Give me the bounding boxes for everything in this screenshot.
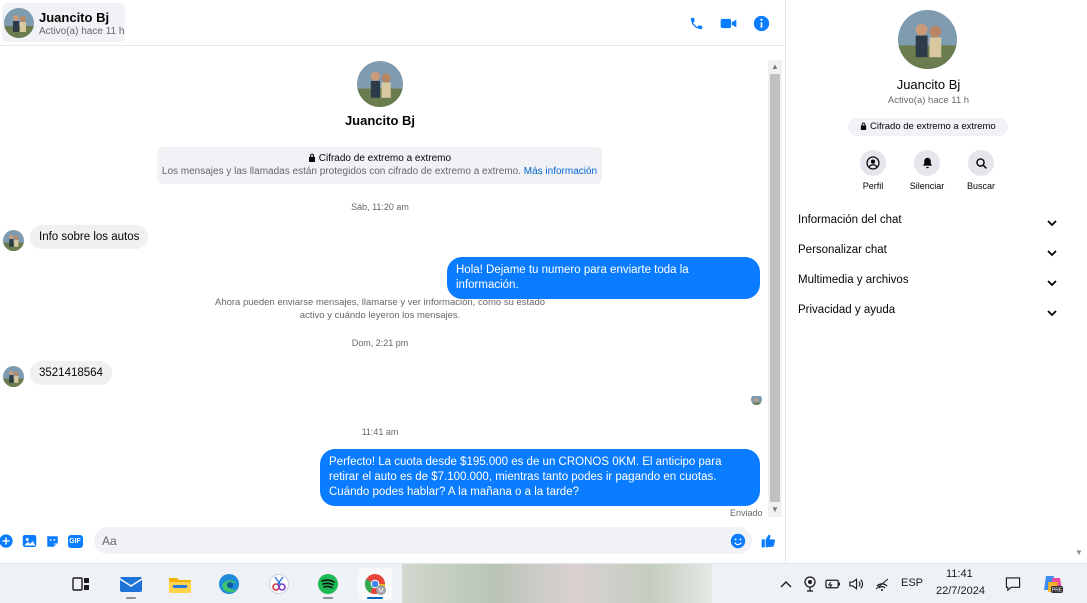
app-running-indicator: [323, 597, 333, 599]
search-icon: [968, 150, 994, 176]
system-note: Ahora pueden enviarse mensajes, llamarse…: [214, 297, 546, 321]
image-icon[interactable]: [21, 533, 37, 549]
search-label: Buscar: [966, 181, 995, 191]
conversation-contact-name: Juancito Bj: [344, 113, 416, 128]
spotify-icon[interactable]: [311, 568, 345, 600]
chevron-down-icon: [1047, 310, 1057, 317]
chat-window: Juancito Bj Activo(a) hace 11 h Juancito…: [0, 0, 786, 563]
bell-icon: [914, 150, 940, 176]
message-input[interactable]: [94, 527, 752, 554]
svg-text:M: M: [378, 587, 383, 594]
notification-icon[interactable]: [1005, 575, 1021, 593]
message-list: Juancito Bj Cifrado de extremo a extremo…: [0, 47, 767, 517]
lock-icon: [861, 122, 867, 130]
section-label: Información del chat: [798, 214, 902, 226]
scroll-up-icon[interactable]: ▲: [768, 61, 782, 73]
scroll-down-icon[interactable]: ▼: [768, 504, 782, 516]
gif-icon[interactable]: GIF: [67, 533, 83, 549]
chat-header: Juancito Bj Activo(a) hace 11 h: [0, 0, 785, 46]
app-running-indicator: [126, 597, 136, 599]
section-label: Multimedia y archivos: [798, 274, 909, 286]
camera-privacy-icon[interactable]: [802, 575, 818, 593]
timestamp: Dom, 2:21 pm: [351, 338, 409, 348]
section-chat-info[interactable]: Información del chat: [798, 214, 1060, 236]
timestamp: 11:41 am: [361, 427, 399, 437]
avatar: [3, 230, 24, 251]
clock-date[interactable]: 22/7/2024: [936, 585, 985, 597]
info-contact-status: Activo(a) hace 11 h: [887, 95, 970, 106]
sent-status: Enviado: [730, 508, 763, 518]
battery-icon[interactable]: [825, 575, 841, 593]
contact-status: Activo(a) hace 11 h: [39, 26, 125, 37]
chrome-icon[interactable]: M: [358, 568, 392, 600]
emoji-icon[interactable]: [730, 533, 746, 549]
snipping-tool-icon[interactable]: [262, 568, 296, 600]
encryption-badge-label: Cifrado de extremo a extremo: [869, 121, 996, 132]
like-icon[interactable]: [760, 533, 776, 549]
section-label: Privacidad y ayuda: [798, 304, 896, 316]
chevron-down-icon: [1047, 220, 1057, 227]
message-composer: GIF: [0, 524, 785, 560]
plus-icon[interactable]: [0, 533, 14, 549]
chevron-up-icon[interactable]: [778, 575, 794, 593]
info-icon[interactable]: [751, 13, 771, 33]
mute-button[interactable]: Silenciar: [902, 150, 952, 191]
avatar: [3, 366, 24, 387]
task-view-icon[interactable]: [64, 568, 98, 600]
scrollbar-thumb[interactable]: [770, 74, 780, 502]
info-panel: Juancito Bj Activo(a) hace 11 h Cifrado …: [787, 0, 1070, 563]
wallpaper-strip: [402, 564, 712, 603]
message-bubble-incoming[interactable]: Info sobre los autos: [30, 225, 149, 249]
message-bubble-incoming[interactable]: 3521418564: [30, 361, 112, 385]
taskbar: M ESP 11:41 22/7/2024 PRE: [0, 563, 1087, 603]
profile-label: Perfil: [862, 181, 884, 191]
contact-name: Juancito Bj: [39, 10, 110, 25]
scroll-down-icon[interactable]: ▼: [1075, 548, 1083, 557]
message-bubble-outgoing[interactable]: Perfecto! La cuota desde $195.000 es de …: [320, 449, 760, 506]
clock-time[interactable]: 11:41: [946, 568, 973, 580]
section-label: Personalizar chat: [798, 244, 887, 256]
avatar: [4, 8, 34, 38]
more-info-link[interactable]: Más información: [524, 166, 597, 177]
encryption-title: Cifrado de extremo a extremo: [318, 153, 452, 164]
contact-header-button[interactable]: Juancito Bj Activo(a) hace 11 h: [2, 3, 125, 42]
app-active-indicator: [367, 597, 383, 599]
profile-icon: [860, 150, 886, 176]
profile-button[interactable]: Perfil: [848, 150, 898, 191]
phone-icon[interactable]: [686, 13, 706, 33]
encryption-notice: Cifrado de extremo a extremo Los mensaje…: [157, 147, 602, 184]
message-bubble-outgoing[interactable]: Hola! Dejame tu numero para enviarte tod…: [447, 257, 760, 299]
chevron-down-icon: [1047, 250, 1057, 257]
avatar: [357, 61, 403, 107]
mail-icon[interactable]: [114, 568, 148, 600]
avatar[interactable]: [898, 10, 957, 69]
copilot-icon[interactable]: PRE: [1042, 575, 1064, 594]
file-explorer-icon[interactable]: [163, 568, 197, 600]
section-media-files[interactable]: Multimedia y archivos: [798, 274, 1060, 296]
section-privacy-help[interactable]: Privacidad y ayuda: [798, 304, 1060, 326]
encryption-text: Los mensajes y las llamadas están proteg…: [161, 166, 521, 177]
mute-label: Silenciar: [909, 181, 945, 191]
section-customize-chat[interactable]: Personalizar chat: [798, 244, 1060, 266]
info-panel-scrollbar[interactable]: ▼: [1071, 0, 1087, 563]
search-button[interactable]: Buscar: [956, 150, 1006, 191]
encryption-badge[interactable]: Cifrado de extremo a extremo: [848, 118, 1008, 136]
chevron-down-icon: [1047, 280, 1057, 287]
sticker-icon[interactable]: [44, 533, 60, 549]
copilot-badge: PRE: [1052, 588, 1063, 594]
language-indicator[interactable]: ESP: [901, 577, 923, 589]
wifi-icon[interactable]: [874, 575, 890, 593]
seen-indicator-avatar: [751, 394, 762, 405]
gif-label: GIF: [67, 534, 83, 548]
info-contact-name: Juancito Bj: [896, 77, 961, 92]
scrollbar[interactable]: ▲ ▼: [768, 60, 782, 517]
lock-icon: [308, 153, 315, 162]
video-call-icon[interactable]: [718, 13, 738, 33]
timestamp: Sáb, 11:20 am: [351, 202, 409, 212]
volume-icon[interactable]: [849, 575, 865, 593]
edge-icon[interactable]: [212, 568, 246, 600]
